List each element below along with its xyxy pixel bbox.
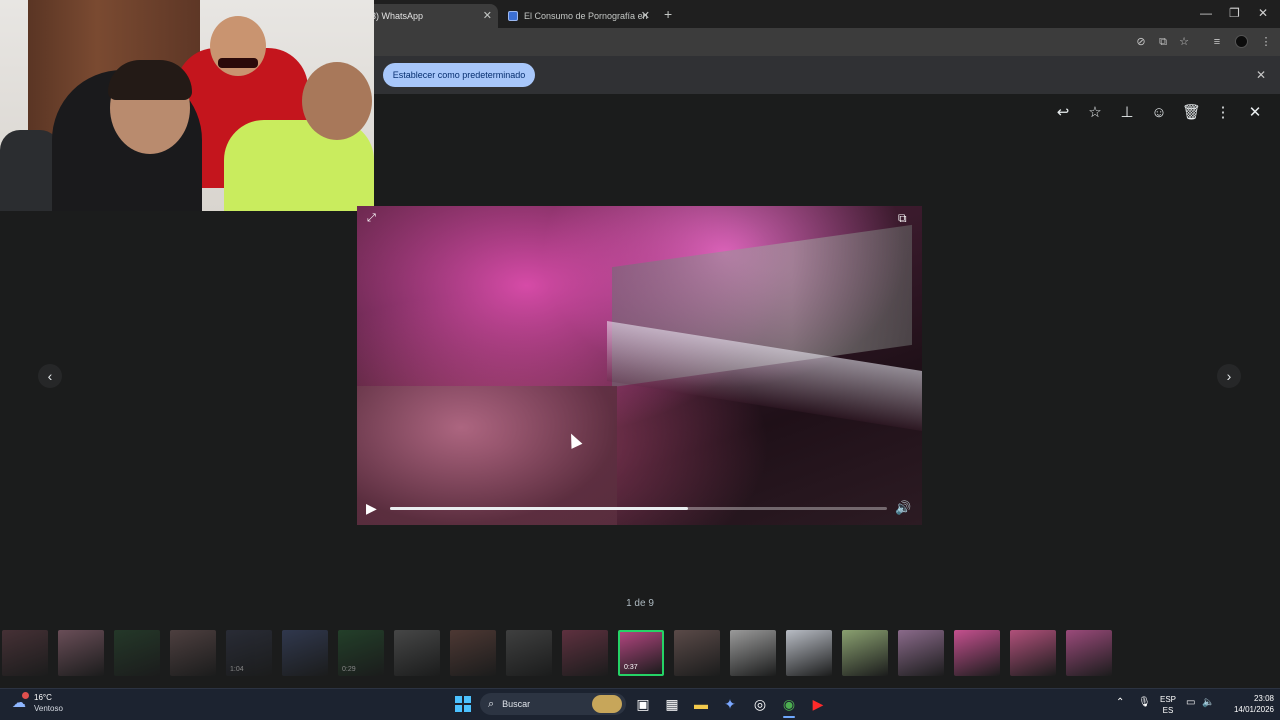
person-black-hoodie-hair (108, 60, 192, 100)
tab-whatsapp[interactable]: (3) WhatsApp ✕ (360, 4, 498, 28)
keyboard-layout[interactable]: ES (1158, 706, 1178, 715)
speaker-icon[interactable]: 🔈 (1202, 697, 1214, 708)
restore-button[interactable]: ❐ (1229, 6, 1240, 20)
clock-time[interactable]: 23:08 (1224, 694, 1274, 703)
media-thumbnail[interactable]: 0:29 (338, 630, 384, 676)
bookmark-star-icon[interactable]: ☆ (1177, 35, 1191, 49)
picture-in-picture-icon[interactable]: ⧉ (898, 211, 907, 226)
display-icon[interactable]: ▭ (1186, 697, 1195, 708)
minimize-button[interactable]: — (1200, 6, 1212, 20)
thumbnail-duration: 0:37 (624, 664, 638, 671)
weather-description[interactable]: Ventoso (34, 704, 63, 713)
media-counter: 1 de 9 (626, 598, 654, 609)
media-thumbnail[interactable] (954, 630, 1000, 676)
tab-favicon-icon (508, 11, 518, 21)
volume-icon[interactable]: 🔊 (895, 500, 911, 516)
youtube-icon[interactable]: ▶ (808, 694, 828, 714)
media-thumbnail[interactable] (450, 630, 496, 676)
more-icon[interactable]: ⋮ (1214, 104, 1232, 122)
task-view-icon[interactable]: ▣ (633, 694, 653, 714)
media-thumbnail[interactable] (170, 630, 216, 676)
chevron-right-icon: › (1226, 368, 1232, 384)
camera-blocked-icon[interactable]: ⊘ (1134, 35, 1148, 49)
media-thumbnail[interactable] (842, 630, 888, 676)
active-app-indicator (783, 716, 795, 718)
emoji-icon[interactable]: ☺ (1150, 104, 1168, 122)
media-thumbnail[interactable]: 1:04 (226, 630, 272, 676)
media-thumbnail[interactable] (898, 630, 944, 676)
media-thumbnail[interactable] (394, 630, 440, 676)
start-button[interactable] (455, 696, 471, 712)
media-thumbnail[interactable] (730, 630, 776, 676)
search-icon: ⌕ (488, 697, 495, 710)
media-control-icon[interactable]: ≡ (1210, 35, 1224, 49)
seek-bar-progress (390, 507, 689, 510)
previous-media-button[interactable]: ‹ (38, 364, 62, 388)
video-scene-seat (357, 386, 617, 525)
browser-menu-icon[interactable]: ⋮ (1259, 35, 1273, 49)
fullscreen-icon[interactable]: ⤢ (367, 212, 376, 225)
close-icon[interactable]: ✕ (1246, 104, 1264, 122)
thumbnail-strip: 1:04 0:29 0:37 (0, 628, 1280, 678)
chevron-left-icon: ‹ (47, 368, 53, 384)
tab-close-icon[interactable]: ✕ (641, 9, 650, 22)
sunglasses (218, 58, 258, 68)
background-chair (0, 130, 60, 211)
window-close-button[interactable]: ✕ (1258, 6, 1268, 20)
infobar-close-icon[interactable]: ✕ (1256, 68, 1266, 82)
profile-avatar[interactable] (1235, 35, 1248, 48)
media-thumbnail[interactable] (506, 630, 552, 676)
tab-label: El Consumo de Pornografía en (524, 11, 648, 21)
tab-close-icon[interactable]: ✕ (483, 9, 492, 22)
media-thumbnail[interactable] (674, 630, 720, 676)
play-icon[interactable]: ▶ (366, 500, 377, 517)
steam-icon[interactable]: ◎ (750, 694, 770, 714)
next-media-button[interactable]: › (1217, 364, 1241, 388)
tab-label: (3) WhatsApp (368, 11, 424, 21)
tray-overflow-icon[interactable]: ⌃ (1116, 697, 1124, 708)
media-thumbnail[interactable] (1066, 630, 1112, 676)
reply-icon[interactable]: ↩ (1054, 104, 1072, 122)
weather-temperature[interactable]: 16°C (34, 693, 52, 702)
media-thumbnail[interactable] (562, 630, 608, 676)
media-thumbnail[interactable] (1010, 630, 1056, 676)
search-highlight-image (592, 695, 622, 713)
copilot-icon[interactable]: ✦ (720, 694, 740, 714)
trash-icon[interactable]: 🗑 (1182, 104, 1201, 122)
chrome-icon[interactable]: ◉ (779, 694, 799, 714)
tab-article[interactable]: El Consumo de Pornografía en ✕ (500, 4, 656, 28)
file-explorer-icon[interactable]: ▬ (691, 694, 711, 714)
set-default-button[interactable]: Establecer como predeterminado (383, 63, 535, 87)
microphone-icon[interactable]: 🎙 (1138, 697, 1151, 708)
thumbnail-duration: 0:29 (342, 666, 356, 673)
person-green-shirt-head (302, 62, 372, 140)
language-code[interactable]: ESP (1158, 695, 1178, 704)
video-player[interactable] (357, 206, 922, 525)
media-thumbnail[interactable] (786, 630, 832, 676)
search-label: Buscar (502, 699, 531, 709)
thumbnail-duration: 1:04 (230, 666, 244, 673)
install-app-icon[interactable]: ⧉ (1156, 35, 1170, 49)
clock-date[interactable]: 14/01/2026 (1220, 705, 1274, 714)
star-icon[interactable]: ☆ (1086, 104, 1104, 122)
pin-icon[interactable]: ⊥ (1118, 104, 1136, 122)
store-icon[interactable]: ▦ (662, 694, 682, 714)
webcam-overlay (0, 0, 374, 211)
media-thumbnail[interactable]: 0:37 (618, 630, 664, 676)
media-thumbnail[interactable] (282, 630, 328, 676)
new-tab-button[interactable]: + (664, 6, 672, 22)
media-thumbnail[interactable] (2, 630, 48, 676)
seek-bar[interactable] (390, 507, 887, 510)
media-thumbnail[interactable] (114, 630, 160, 676)
media-thumbnail[interactable] (58, 630, 104, 676)
weather-alert-badge (22, 692, 29, 699)
